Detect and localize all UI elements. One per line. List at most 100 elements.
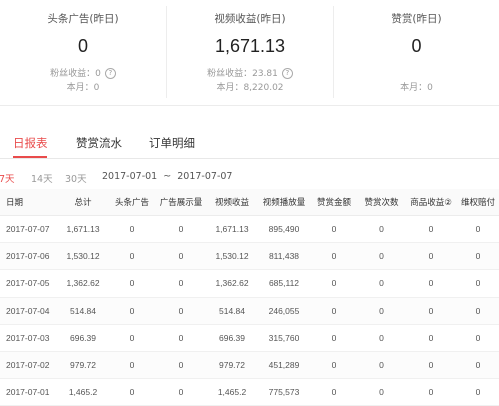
cell-video-plays: 811,438 <box>258 242 310 271</box>
table-row: 2017-07-06 1,530.12 0 0 1,530.12 811,438 0 0 0 0 <box>0 242 499 271</box>
cell-headline-ads: 0 <box>108 324 156 352</box>
stat-headline-ads: 头条广告(昨日) 0 粉丝收益：0? 本月：0 <box>0 0 166 105</box>
col-header-tip-count: 赞赏次数 <box>358 189 405 216</box>
help-icon[interactable]: ? <box>281 68 293 79</box>
cell-total: 1,671.13 <box>58 215 108 244</box>
stats-panel: 头条广告(昨日) 0 粉丝收益：0? 本月：0 视频收益(昨日) 1,671.1… <box>0 0 499 106</box>
cell-compensation: 0 <box>457 378 499 406</box>
cell-product-income: 0 <box>405 242 457 271</box>
cell-video-plays: 775,573 <box>258 378 310 406</box>
stat-fan-income-text: 粉丝收益：23.81 <box>207 69 278 79</box>
table-header-row: 日期 总计 头条广告 广告展示量 视频收益 视频播放量 赞赏金额 赞赏次数 商品… <box>0 189 499 216</box>
cell-tip-amount: 0 <box>310 351 358 380</box>
cell-ad-impressions: 0 <box>156 269 206 298</box>
table-row: 2017-07-05 1,362.62 0 0 1,362.62 685,112 0 0 0 0 <box>0 269 499 298</box>
range-7-days[interactable]: 7天 <box>0 171 15 185</box>
report-tabs: 日报表 赞赏流水 订单明细 <box>0 120 499 159</box>
stat-value: 0 <box>411 36 422 56</box>
cell-compensation: 0 <box>457 351 499 380</box>
col-header-headline-ads: 头条广告 <box>108 189 156 216</box>
cell-date: 2017-07-06 <box>0 242 58 271</box>
cell-product-income: 0 <box>405 269 457 298</box>
cell-video-income: 979.72 <box>206 351 258 380</box>
cell-video-plays: 246,055 <box>258 297 310 325</box>
stat-tips: 赞赏(昨日) 0 本月：0 <box>334 0 499 105</box>
date-filter-bar: 7天 14天 30天 2017-07-01 ~ 2017-07-07 <box>0 166 499 188</box>
cell-compensation: 0 <box>457 297 499 325</box>
col-header-ad-impressions: 广告展示量 <box>156 189 206 216</box>
cell-date: 2017-07-07 <box>0 215 58 244</box>
col-header-video-plays: 视频播放量 <box>258 189 310 216</box>
cell-total: 514.84 <box>58 297 108 325</box>
cell-product-income: 0 <box>405 351 457 380</box>
tab-daily-report[interactable]: 日报表 <box>13 135 48 151</box>
cell-headline-ads: 0 <box>108 297 156 325</box>
date-separator: ~ <box>163 171 172 182</box>
cell-ad-impressions: 0 <box>156 324 206 352</box>
col-header-tip-amount: 赞赏金额 <box>310 189 358 216</box>
cell-tip-amount: 0 <box>310 378 358 406</box>
cell-compensation: 0 <box>457 242 499 271</box>
cell-video-income: 696.39 <box>206 324 258 352</box>
cell-compensation: 0 <box>457 269 499 298</box>
cell-tip-count: 0 <box>358 378 405 406</box>
col-header-video-income: 视频收益 <box>206 189 258 216</box>
cell-video-income: 1,465.2 <box>206 378 258 406</box>
tab-order-details[interactable]: 订单明细 <box>149 135 195 151</box>
cell-tip-count: 0 <box>358 297 405 325</box>
cell-total: 696.39 <box>58 324 108 352</box>
stat-value: 0 <box>77 36 88 56</box>
date-to: 2017-07-07 <box>177 171 233 182</box>
col-header-date: 日期 <box>0 189 58 216</box>
cell-tip-amount: 0 <box>310 297 358 325</box>
cell-headline-ads: 0 <box>108 269 156 298</box>
stat-label: 头条广告(昨日) <box>47 13 119 25</box>
date-range-picker[interactable]: 2017-07-01 ~ 2017-07-07 <box>102 171 232 182</box>
daily-report-table: 日期 总计 头条广告 广告展示量 视频收益 视频播放量 赞赏金额 赞赏次数 商品… <box>0 189 499 406</box>
tab-tips-flow[interactable]: 赞赏流水 <box>76 135 122 151</box>
cell-product-income: 0 <box>405 324 457 352</box>
cell-tip-count: 0 <box>358 324 405 352</box>
col-header-product-income: 商品收益② <box>405 189 457 216</box>
cell-tip-amount: 0 <box>310 242 358 271</box>
help-icon[interactable]: ? <box>104 68 116 79</box>
cell-compensation: 0 <box>457 215 499 244</box>
cell-ad-impressions: 0 <box>156 378 206 406</box>
cell-ad-impressions: 0 <box>156 297 206 325</box>
cell-video-plays: 895,490 <box>258 215 310 244</box>
cell-total: 1,530.12 <box>58 242 108 271</box>
range-14-days[interactable]: 14天 <box>31 171 53 185</box>
cell-tip-count: 0 <box>358 351 405 380</box>
active-tab-indicator <box>13 156 47 158</box>
range-30-days[interactable]: 30天 <box>65 171 87 185</box>
cell-date: 2017-07-02 <box>0 351 58 380</box>
cell-tip-count: 0 <box>358 242 405 271</box>
cell-headline-ads: 0 <box>108 351 156 380</box>
cell-product-income: 0 <box>405 378 457 406</box>
stat-fan-income-text: 粉丝收益：0 <box>50 69 101 79</box>
cell-total: 1,465.2 <box>58 378 108 406</box>
cell-date: 2017-07-01 <box>0 378 58 406</box>
cell-video-plays: 451,289 <box>258 351 310 380</box>
cell-tip-amount: 0 <box>310 324 358 352</box>
cell-total: 1,362.62 <box>58 269 108 298</box>
cell-video-income: 514.84 <box>206 297 258 325</box>
cell-video-plays: 315,760 <box>258 324 310 352</box>
stat-label: 视频收益(昨日) <box>214 13 286 25</box>
cell-tip-count: 0 <box>358 269 405 298</box>
cell-tip-amount: 0 <box>310 269 358 298</box>
table-row: 2017-07-07 1,671.13 0 0 1,671.13 895,490 0 0 0 0 <box>0 215 499 244</box>
table-row: 2017-07-02 979.72 0 0 979.72 451,289 0 0 0 0 <box>0 351 499 380</box>
cell-video-plays: 685,112 <box>258 269 310 298</box>
stat-fan-income: 粉丝收益：0? <box>0 66 166 79</box>
col-header-total: 总计 <box>58 189 108 216</box>
cell-headline-ads: 0 <box>108 378 156 406</box>
cell-video-income: 1,671.13 <box>206 215 258 244</box>
stat-month: 本月：8,220.02 <box>216 83 284 93</box>
cell-headline-ads: 0 <box>108 242 156 271</box>
stat-month: 本月：0 <box>400 83 433 93</box>
table-row: 2017-07-04 514.84 0 0 514.84 246,055 0 0 0 0 <box>0 297 499 325</box>
cell-video-income: 1,530.12 <box>206 242 258 271</box>
cell-product-income: 0 <box>405 297 457 325</box>
cell-date: 2017-07-04 <box>0 297 58 325</box>
